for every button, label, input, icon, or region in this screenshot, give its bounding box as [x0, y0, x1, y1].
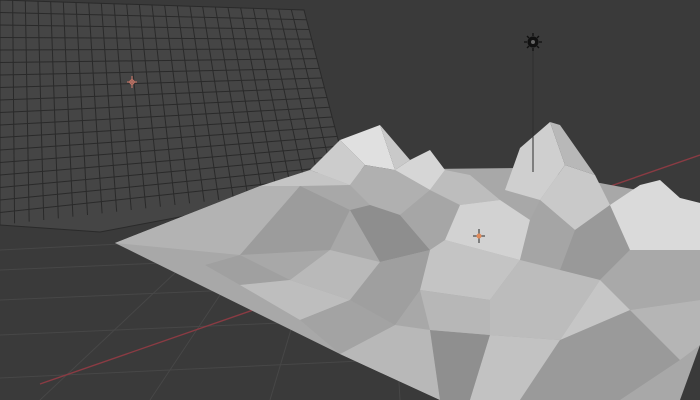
3d-viewport[interactable]	[0, 0, 700, 400]
